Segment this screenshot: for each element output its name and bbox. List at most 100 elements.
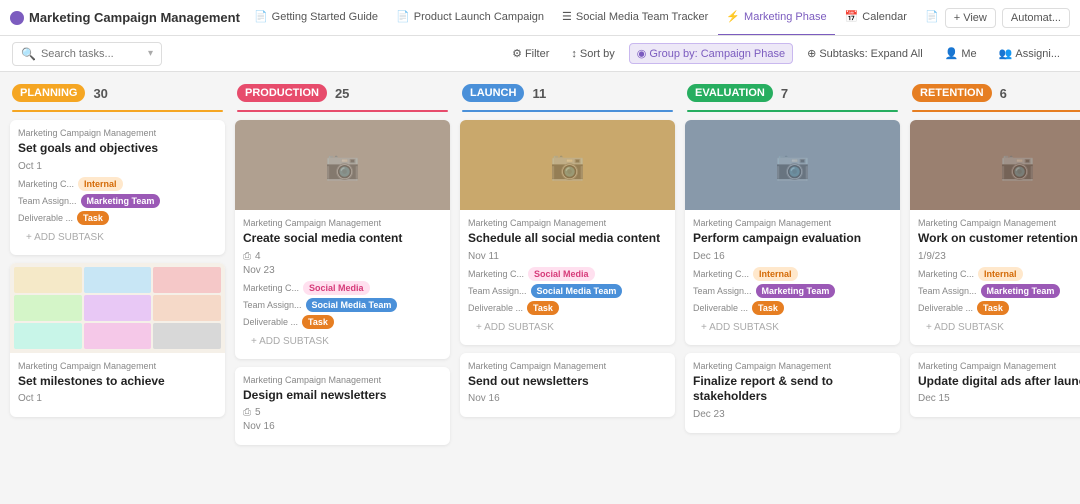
card-production-1[interactable]: Marketing Campaign Management Design ema… <box>235 367 450 446</box>
card-retention-1[interactable]: Marketing Campaign Management Update dig… <box>910 353 1080 418</box>
me-label: Me <box>961 48 976 60</box>
col-line-evaluation <box>687 110 898 112</box>
chevron-down-icon: ▾ <box>148 48 153 59</box>
tab-label: Calendar <box>862 11 907 23</box>
card-evaluation-1[interactable]: Marketing Campaign Management Finalize r… <box>685 353 900 433</box>
col-header-evaluation: EVALUATION 7 <box>685 84 900 120</box>
me-button[interactable]: 👤 Me <box>937 43 985 64</box>
card-body: Marketing Campaign Management Set milest… <box>10 353 225 418</box>
card-project: Marketing Campaign Management <box>693 361 892 371</box>
card-date: Oct 1 <box>18 393 217 404</box>
card-production-0[interactable]: 📷 Marketing Campaign Management Create s… <box>235 120 450 359</box>
tag-type: Internal <box>978 267 1023 281</box>
col-badge-planning: PLANNING <box>12 84 85 102</box>
card-title: Set goals and objectives <box>18 141 217 157</box>
card-planning-0[interactable]: Marketing Campaign Management Set goals … <box>10 120 225 255</box>
card-launch-1[interactable]: Marketing Campaign Management Send out n… <box>460 353 675 418</box>
team-label: Team Assign... <box>18 196 77 206</box>
card-date: Nov 23 <box>243 265 442 276</box>
card-date: Dec 16 <box>693 251 892 262</box>
tag-team: Social Media Team <box>306 298 398 312</box>
tag-type: Internal <box>78 177 123 191</box>
card-project: Marketing Campaign Management <box>918 361 1080 371</box>
card-project: Marketing Campaign Management <box>18 361 217 371</box>
tag-type: Social Media <box>528 267 595 281</box>
column-production: PRODUCTION 25 📷 Marketing Campaign Manag… <box>235 84 450 492</box>
tab-product-launch[interactable]: 📄 Product Launch Campaign <box>388 0 552 36</box>
tab-marketing-phase[interactable]: ⚡ Marketing Phase <box>718 0 834 36</box>
group-label: Group by: Campaign Phase <box>649 48 785 60</box>
card-tags-marketing: Marketing C... Internal <box>918 267 1080 281</box>
card-body: Marketing Campaign Management Schedule a… <box>460 210 675 345</box>
card-date: Dec 15 <box>918 393 1080 404</box>
card-planning-1[interactable]: Marketing Campaign Management Set milest… <box>10 263 225 418</box>
list-icon: ☰ <box>562 10 572 23</box>
topbar-tabs: 📄 Getting Started Guide 📄 Product Launch… <box>246 0 939 36</box>
tab-social-media-tracker[interactable]: ☰ Social Media Team Tracker <box>554 0 716 36</box>
logo-icon <box>10 11 24 25</box>
marketing-label: Marketing C... <box>243 283 299 293</box>
card-retention-0[interactable]: 📷 Marketing Campaign Management Work on … <box>910 120 1080 345</box>
add-subtask-btn[interactable]: + ADD SUBTASK <box>243 332 442 351</box>
add-view-button[interactable]: + View <box>945 8 996 28</box>
col-badge-retention: RETENTION <box>912 84 992 102</box>
col-line-retention <box>912 110 1080 112</box>
card-launch-0[interactable]: 📷 Marketing Campaign Management Schedule… <box>460 120 675 345</box>
tag-type: Social Media <box>303 281 370 295</box>
card-title: Design email newsletters <box>243 388 442 404</box>
app-logo: Marketing Campaign Management <box>10 10 240 25</box>
column-planning: PLANNING 30 Marketing Campaign Managemen… <box>10 84 225 492</box>
card-image: 📷 <box>235 120 450 210</box>
add-subtask-btn[interactable]: + ADD SUBTASK <box>468 318 667 337</box>
card-title: Send out newsletters <box>468 374 667 390</box>
assignee-label: Assigni... <box>1015 48 1060 60</box>
group-by-button[interactable]: ◉ Group by: Campaign Phase <box>629 43 793 64</box>
column-launch: LAUNCH 11 📷 Marketing Campaign Managemen… <box>460 84 675 492</box>
automate-button[interactable]: Automat... <box>1002 8 1070 28</box>
card-project: Marketing Campaign Management <box>468 218 667 228</box>
tag-team: Social Media Team <box>531 284 623 298</box>
search-box[interactable]: 🔍 ▾ <box>12 42 162 66</box>
add-subtask-btn[interactable]: + ADD SUBTASK <box>18 228 217 247</box>
card-title: Finalize report & send to stakeholders <box>693 374 892 405</box>
subtask-icon: ⎙ <box>243 251 251 262</box>
add-subtask-btn[interactable]: + ADD SUBTASK <box>693 318 892 337</box>
card-image: 📷 <box>460 120 675 210</box>
filter-button[interactable]: ⚙ Filter <box>504 43 557 64</box>
add-subtask-btn[interactable]: + ADD SUBTASK <box>918 318 1080 337</box>
tag-deliverable: Task <box>527 301 559 315</box>
card-title: Update digital ads after launch <box>918 374 1080 390</box>
card-project: Marketing Campaign Management <box>918 218 1080 228</box>
tab-getting-started[interactable]: 📄 Getting Started Guide <box>246 0 386 36</box>
subtask-info: ⎙ 5 <box>243 407 442 418</box>
card-image: 📷 <box>685 120 900 210</box>
card-evaluation-0[interactable]: 📷 Marketing Campaign Management Perform … <box>685 120 900 345</box>
subtask-icon: ⎙ <box>243 407 251 418</box>
assignee-button[interactable]: 👥 Assigni... <box>991 43 1068 64</box>
search-input[interactable] <box>41 48 143 60</box>
filter-icon: ⚙ <box>512 47 522 60</box>
subtask-count: 5 <box>255 407 261 418</box>
tab-label: Marketing Phase <box>744 11 827 23</box>
col-badge-production: PRODUCTION <box>237 84 327 102</box>
tab-label: Product Launch Campaign <box>414 11 544 23</box>
tag-team: Marketing Team <box>81 194 161 208</box>
tab-ref[interactable]: 📄 Ref. <box>917 0 939 36</box>
card-body: Marketing Campaign Management Send out n… <box>460 353 675 418</box>
group-icon: ◉ <box>637 47 647 60</box>
col-count-retention: 6 <box>1000 86 1007 101</box>
subtasks-button[interactable]: ⊕ Subtasks: Expand All <box>799 43 931 64</box>
col-line-production <box>237 110 448 112</box>
card-title: Create social media content <box>243 231 442 247</box>
sort-icon: ↕ <box>571 48 577 60</box>
card-tags-deliverable: Deliverable ... Task <box>18 211 217 225</box>
doc-icon: 📄 <box>254 10 268 23</box>
subtoolbar-right: ⚙ Filter ↕ Sort by ◉ Group by: Campaign … <box>504 43 1068 64</box>
me-icon: 👤 <box>945 47 959 60</box>
col-count-launch: 11 <box>532 86 546 101</box>
sort-button[interactable]: ↕ Sort by <box>563 44 622 64</box>
col-header-planning: PLANNING 30 <box>10 84 225 120</box>
card-title: Work on customer retention <box>918 231 1080 247</box>
marketing-label: Marketing C... <box>468 269 524 279</box>
tab-calendar[interactable]: 📅 Calendar <box>837 0 915 36</box>
